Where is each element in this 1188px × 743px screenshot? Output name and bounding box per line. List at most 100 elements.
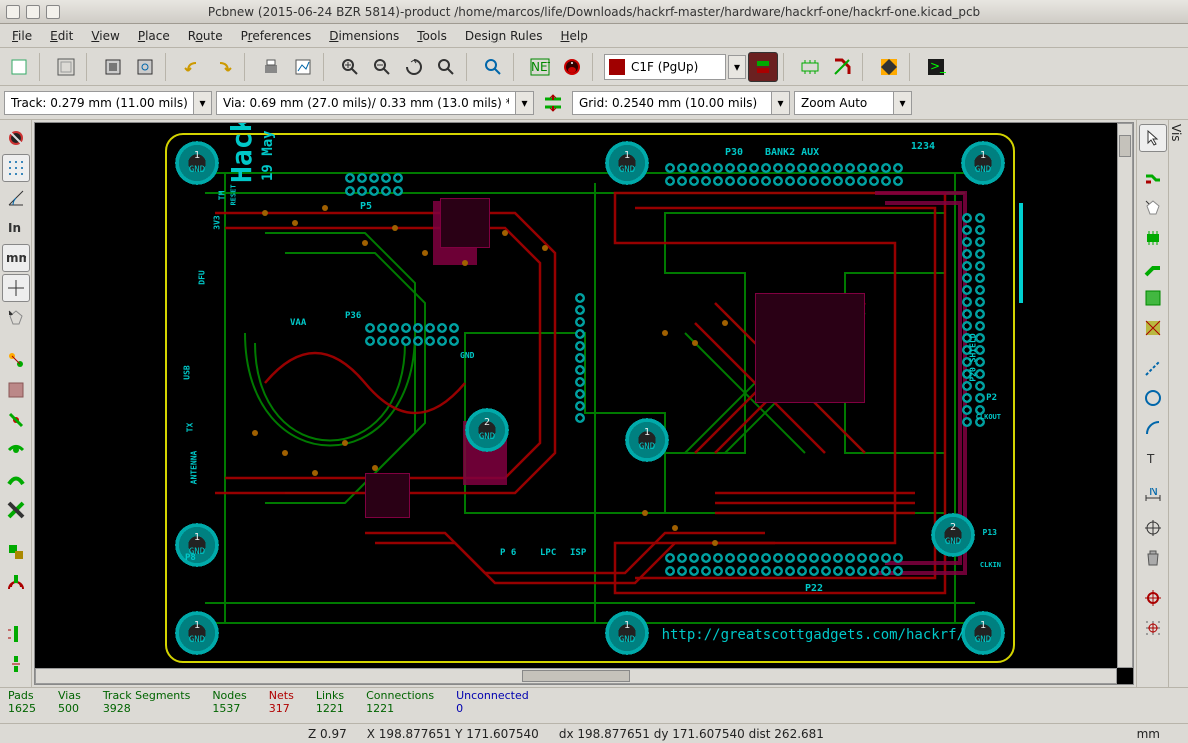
units-inch-button[interactable]: In bbox=[2, 214, 30, 242]
delete-button[interactable] bbox=[1139, 544, 1167, 572]
grid-visible-button[interactable] bbox=[2, 154, 30, 182]
auto-track-width-button[interactable] bbox=[538, 88, 568, 118]
menu-route[interactable]: Route bbox=[180, 26, 231, 46]
menu-preferences[interactable]: Preferences bbox=[233, 26, 320, 46]
window-title: Pcbnew (2015-06-24 BZR 5814)-product /ho… bbox=[208, 5, 980, 19]
set-origin-button[interactable] bbox=[1139, 584, 1167, 612]
menu-design-rules[interactable]: Design Rules bbox=[457, 26, 551, 46]
add-circle-button[interactable] bbox=[1139, 384, 1167, 412]
menu-tools[interactable]: Tools bbox=[409, 26, 455, 46]
menu-help[interactable]: Help bbox=[552, 26, 595, 46]
layer-selector[interactable] bbox=[604, 54, 726, 80]
microwave-toolbar-button[interactable] bbox=[2, 568, 30, 596]
ref-isp: ISP bbox=[570, 548, 586, 558]
module-viewer-button[interactable] bbox=[130, 52, 160, 82]
window-close-button[interactable] bbox=[46, 5, 60, 19]
track-outline-button[interactable] bbox=[2, 466, 30, 494]
window-max-button[interactable] bbox=[26, 5, 40, 19]
drc-off-button[interactable] bbox=[2, 124, 30, 152]
undo-button[interactable] bbox=[177, 52, 207, 82]
redo-button[interactable] bbox=[209, 52, 239, 82]
via-size-dropdown[interactable]: ▾ bbox=[516, 91, 534, 115]
freeroute-button[interactable] bbox=[874, 52, 904, 82]
horizontal-scrollbar[interactable] bbox=[35, 668, 1117, 684]
mode-track-button[interactable] bbox=[827, 52, 857, 82]
ref-tx: TX bbox=[185, 423, 194, 433]
menu-view[interactable]: View bbox=[83, 26, 127, 46]
cursor-shape-button[interactable] bbox=[2, 274, 30, 302]
highlight-net-button[interactable] bbox=[1139, 164, 1167, 192]
new-board-button[interactable] bbox=[4, 52, 34, 82]
track-width-input[interactable] bbox=[4, 91, 194, 115]
ref-dfu: DFU bbox=[198, 270, 207, 284]
menu-edit[interactable]: Edit bbox=[42, 26, 81, 46]
zoom-combo[interactable]: ▾ bbox=[794, 91, 912, 115]
pcb-canvas[interactable]: 1GND 1GND 1GND 1GND 1GND 1GND 2GND 1GND … bbox=[34, 122, 1134, 685]
ref-p8: P8 bbox=[185, 553, 196, 563]
plot-button[interactable] bbox=[288, 52, 318, 82]
pcb-board: 1GND 1GND 1GND 1GND 1GND 1GND 2GND 1GND … bbox=[165, 133, 1015, 663]
via-size-input[interactable] bbox=[216, 91, 516, 115]
mounting-hole: 1GND bbox=[961, 611, 1005, 655]
find-button[interactable] bbox=[478, 52, 508, 82]
add-zone-button[interactable] bbox=[1139, 284, 1167, 312]
add-text-button[interactable]: T bbox=[1139, 444, 1167, 472]
page-settings-button[interactable] bbox=[51, 52, 81, 82]
header-p36b bbox=[365, 336, 459, 346]
route-track-button[interactable] bbox=[1139, 254, 1167, 282]
zoom-out-button[interactable] bbox=[367, 52, 397, 82]
zoom-input[interactable] bbox=[794, 91, 894, 115]
window-min-button[interactable] bbox=[6, 5, 20, 19]
via-size-combo[interactable]: ▾ bbox=[216, 91, 534, 115]
layer-selector-input[interactable] bbox=[631, 60, 721, 74]
add-footprint-button[interactable] bbox=[1139, 224, 1167, 252]
menu-file[interactable]: File bbox=[4, 26, 40, 46]
netlist-button[interactable]: NET bbox=[525, 52, 555, 82]
zoom-in-button[interactable] bbox=[335, 52, 365, 82]
mounting-hole: 2GND bbox=[465, 408, 509, 452]
ratsnest-button[interactable] bbox=[2, 304, 30, 332]
polar-coord-button[interactable] bbox=[2, 184, 30, 212]
mw-gap-button[interactable] bbox=[2, 650, 30, 678]
track-width-combo[interactable]: ▾ bbox=[4, 91, 212, 115]
layer-manager-panel[interactable]: Vis bbox=[1168, 120, 1188, 687]
menu-dimensions[interactable]: Dimensions bbox=[321, 26, 407, 46]
layer-manager-toggle-button[interactable] bbox=[2, 538, 30, 566]
module-editor-button[interactable] bbox=[98, 52, 128, 82]
coord-xy: X 198.877651 Y 171.607540 bbox=[367, 727, 539, 741]
layer-selector-dropdown[interactable]: ▾ bbox=[728, 55, 746, 79]
auto-delete-track-button[interactable] bbox=[2, 346, 30, 374]
vertical-scrollbar[interactable] bbox=[1117, 123, 1133, 668]
ref-p36: P36 bbox=[345, 311, 361, 321]
add-dimension-button[interactable]: N bbox=[1139, 484, 1167, 512]
grid-input[interactable] bbox=[572, 91, 772, 115]
ref-clkout: CLKOUT bbox=[976, 413, 1001, 421]
grid-combo[interactable]: ▾ bbox=[572, 91, 790, 115]
local-ratsnest-button[interactable] bbox=[1139, 194, 1167, 222]
ref-p22: P22 bbox=[805, 583, 823, 594]
add-line-button[interactable] bbox=[1139, 354, 1167, 382]
track-width-dropdown[interactable]: ▾ bbox=[194, 91, 212, 115]
grid-origin-button[interactable] bbox=[1139, 614, 1167, 642]
mode-footprint-button[interactable] bbox=[795, 52, 825, 82]
mw-line-button[interactable] bbox=[2, 620, 30, 648]
add-keepout-button[interactable] bbox=[1139, 314, 1167, 342]
grid-dropdown[interactable]: ▾ bbox=[772, 91, 790, 115]
high-contrast-button[interactable] bbox=[2, 496, 30, 524]
add-target-button[interactable] bbox=[1139, 514, 1167, 542]
drc-button[interactable] bbox=[557, 52, 587, 82]
add-arc-button[interactable] bbox=[1139, 414, 1167, 442]
menu-place[interactable]: Place bbox=[130, 26, 178, 46]
scripting-button[interactable]: >_ bbox=[921, 52, 951, 82]
pad-outline-button[interactable] bbox=[2, 406, 30, 434]
zoom-fit-button[interactable] bbox=[431, 52, 461, 82]
show-filled-zones-button[interactable] bbox=[2, 376, 30, 404]
cursor-tool-button[interactable] bbox=[1139, 124, 1167, 152]
zoom-dropdown[interactable]: ▾ bbox=[894, 91, 912, 115]
layer-pair-button[interactable] bbox=[748, 52, 778, 82]
print-button[interactable] bbox=[256, 52, 286, 82]
units-mm-button[interactable]: mm bbox=[2, 244, 30, 272]
ref-p5: P5 bbox=[360, 201, 372, 212]
redraw-button[interactable] bbox=[399, 52, 429, 82]
via-outline-button[interactable] bbox=[2, 436, 30, 464]
